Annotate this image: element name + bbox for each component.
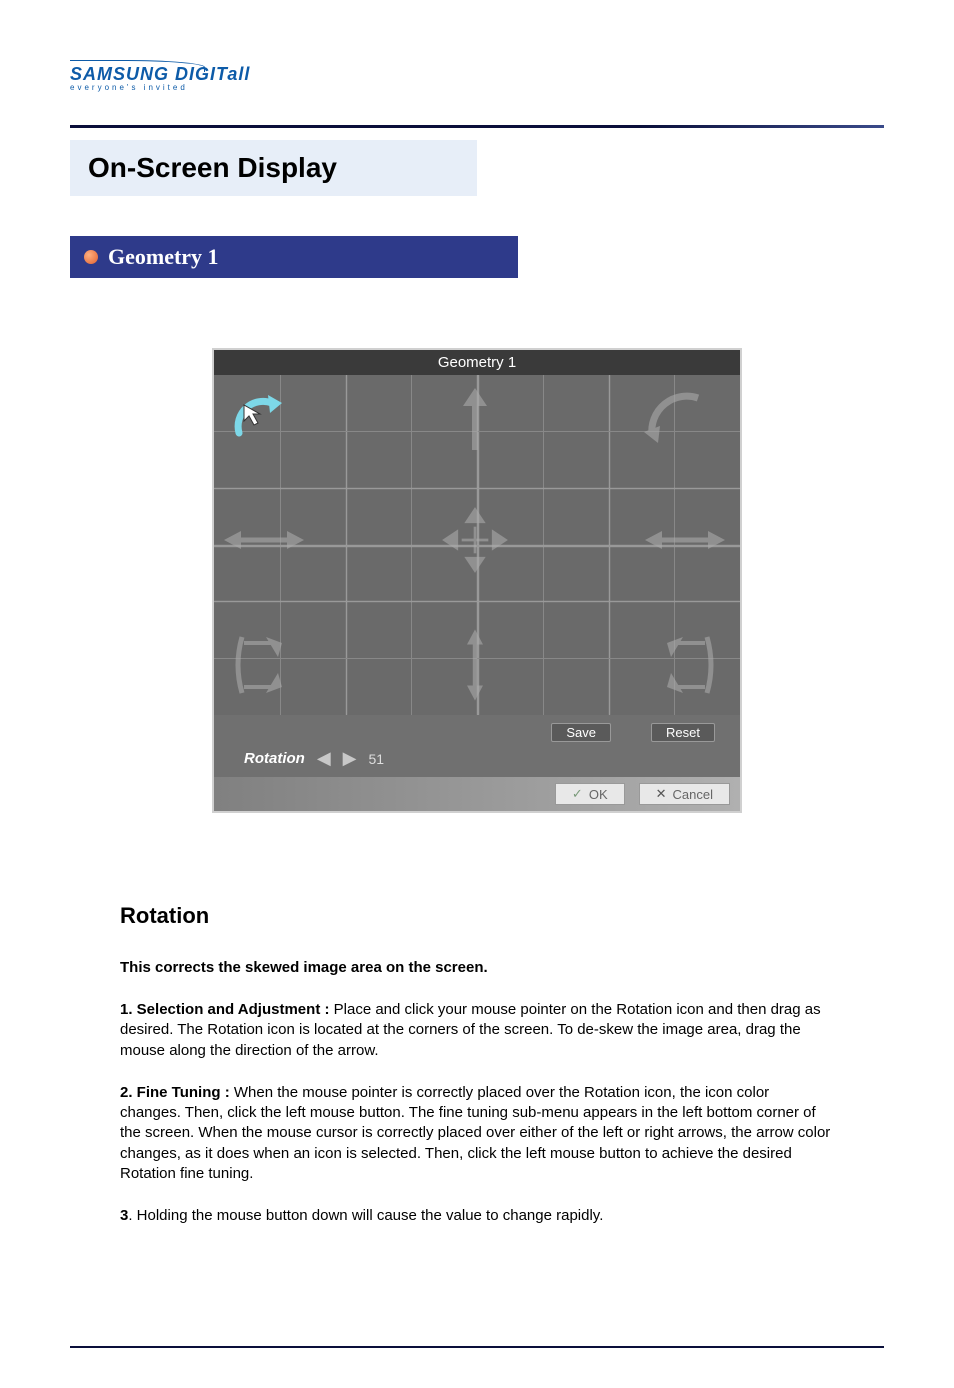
- logo-suffix: all: [227, 64, 250, 84]
- header-divider: [70, 125, 884, 128]
- rotation-label: Rotation: [244, 750, 305, 767]
- v-position-up-icon[interactable]: [430, 380, 525, 465]
- brand-logo: SAMSUNG DIGITall everyone's invited: [70, 60, 884, 95]
- pincushion-bl-icon[interactable]: [219, 625, 314, 710]
- save-button[interactable]: Save: [551, 723, 611, 742]
- reset-button[interactable]: Reset: [651, 723, 715, 742]
- corner-rotation-tr-icon[interactable]: [640, 380, 735, 465]
- pincushion-br-icon[interactable]: [640, 625, 735, 710]
- content-heading: Rotation: [120, 903, 834, 929]
- content-para-2: 2. Fine Tuning : When the mouse pointer …: [120, 1083, 834, 1184]
- section-bullet-icon: [84, 250, 98, 264]
- rotation-control-icon[interactable]: [219, 380, 314, 465]
- osd-window: Geometry 1: [212, 348, 742, 813]
- fine-tune-left-icon[interactable]: ◀: [317, 748, 331, 769]
- fine-tune-right-icon[interactable]: ▶: [343, 748, 357, 769]
- content-intro: This corrects the skewed image area on t…: [120, 959, 834, 976]
- section-header: Geometry 1: [70, 236, 518, 278]
- logo-main-text: SAMSUNG DIGIT: [70, 64, 227, 84]
- h-size-left-icon[interactable]: [219, 500, 314, 585]
- osd-title: Geometry 1: [214, 350, 740, 375]
- section-title: Geometry 1: [108, 244, 219, 270]
- check-icon: ✓: [572, 786, 583, 802]
- ok-button[interactable]: ✓ OK: [555, 783, 625, 805]
- content-para-3: 3. Holding the mouse button down will ca…: [120, 1206, 834, 1226]
- osd-grid[interactable]: [214, 375, 740, 715]
- cancel-button[interactable]: ✕ Cancel: [639, 783, 730, 805]
- x-icon: ✕: [656, 786, 667, 802]
- footer-divider: [70, 1346, 884, 1348]
- h-size-right-icon[interactable]: [640, 500, 735, 585]
- content-para-1: 1. Selection and Adjustment : Place and …: [120, 1000, 834, 1061]
- page-title: On-Screen Display: [88, 152, 337, 183]
- page-title-bar: On-Screen Display: [70, 140, 477, 196]
- position-dpad-icon[interactable]: [430, 500, 525, 585]
- rotation-value: 51: [369, 751, 385, 767]
- v-size-icon[interactable]: [430, 625, 525, 710]
